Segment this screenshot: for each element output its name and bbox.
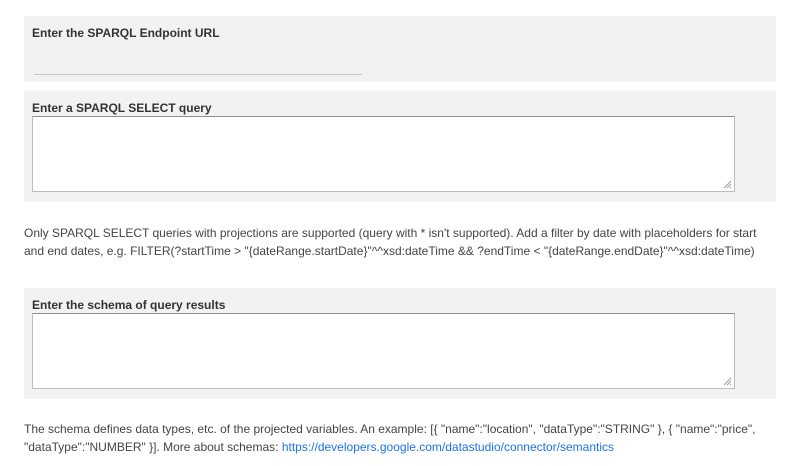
schema-help-link[interactable]: https://developers.google.com/datastudio… xyxy=(282,440,614,454)
resize-grip-icon[interactable] xyxy=(723,377,732,386)
connector-config-form: Enter the SPARQL Endpoint URL Enter a SP… xyxy=(0,0,787,466)
schema-label: Enter the schema of query results xyxy=(32,298,226,312)
query-textarea[interactable] xyxy=(33,117,734,191)
endpoint-label: Enter the SPARQL Endpoint URL xyxy=(32,26,220,40)
query-help-text: Only SPARQL SELECT queries with projecti… xyxy=(24,226,757,258)
schema-textarea[interactable] xyxy=(33,314,734,388)
resize-grip-icon[interactable] xyxy=(723,180,732,189)
schema-textarea-container xyxy=(32,313,735,389)
query-label: Enter a SPARQL SELECT query xyxy=(32,101,212,115)
query-textarea-container xyxy=(32,116,735,192)
endpoint-url-input[interactable] xyxy=(34,56,362,75)
endpoint-panel: Enter the SPARQL Endpoint URL xyxy=(24,16,776,82)
query-panel: Enter a SPARQL SELECT query xyxy=(24,91,776,202)
schema-panel: Enter the schema of query results xyxy=(24,288,776,399)
schema-help-text: The schema defines data types, etc. of t… xyxy=(24,420,774,456)
